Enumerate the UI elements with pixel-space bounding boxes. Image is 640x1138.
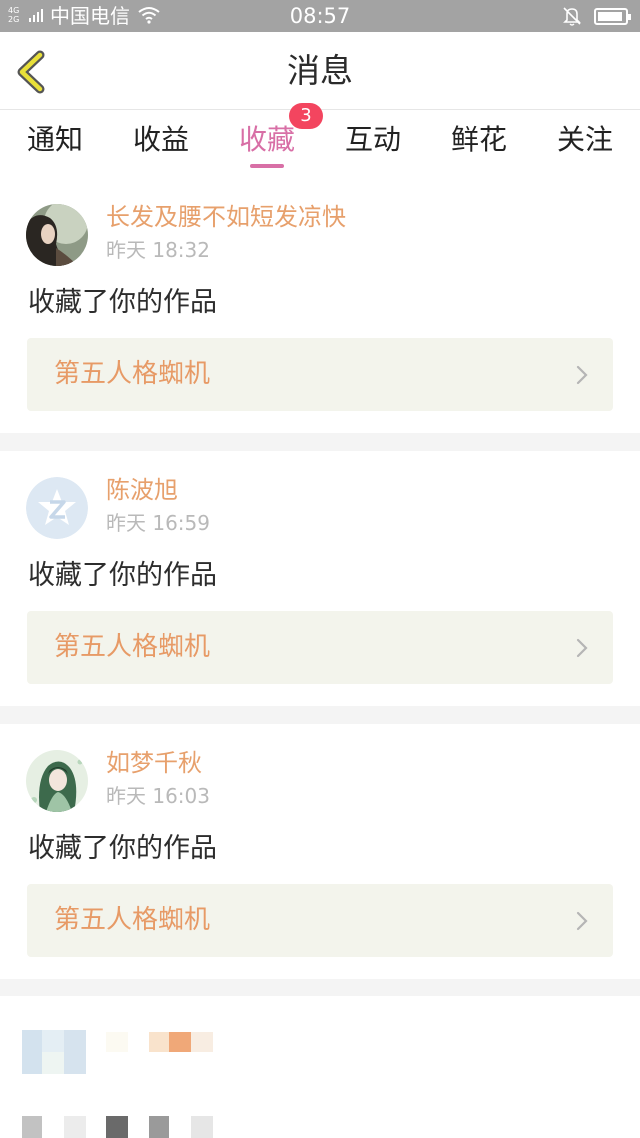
avatar[interactable] <box>26 477 88 539</box>
work-link[interactable]: 第五人格蜘机 <box>27 338 613 411</box>
chevron-right-icon <box>576 911 588 931</box>
tab-following[interactable]: 关注 <box>530 123 640 157</box>
blurred-avatar <box>64 1030 86 1074</box>
work-link[interactable]: 第五人格蜘机 <box>27 611 613 684</box>
tab-earnings[interactable]: 收益 <box>106 123 216 157</box>
blurred-username <box>191 1032 213 1052</box>
chevron-right-icon <box>576 638 588 658</box>
blurred-text <box>106 1116 128 1138</box>
page-title: 消息 <box>287 51 353 90</box>
username[interactable]: 陈波旭 <box>106 475 178 505</box>
username[interactable]: 长发及腰不如短发凉快 <box>106 202 346 232</box>
username[interactable]: 如梦千秋 <box>106 748 202 778</box>
blurred-username <box>169 1032 191 1052</box>
blurred-username <box>149 1032 169 1052</box>
action-text: 收藏了你的作品 <box>28 287 217 318</box>
notification-card-partial <box>0 996 640 1138</box>
blurred-text <box>22 1116 42 1138</box>
bell-muted-icon <box>563 7 581 26</box>
action-text: 收藏了你的作品 <box>28 833 217 864</box>
battery-icon <box>594 8 631 25</box>
top-bar: 消息 <box>0 32 640 110</box>
blurred-text <box>149 1116 169 1138</box>
work-title: 第五人格蜘机 <box>54 359 211 389</box>
work-link[interactable]: 第五人格蜘机 <box>27 884 613 957</box>
notification-card: 如梦千秋 昨天 16:03 收藏了你的作品 第五人格蜘机 <box>0 724 640 979</box>
status-bar: 4G 2G 中国电信 08:57 <box>0 0 640 32</box>
active-tab-indicator <box>250 164 284 168</box>
timestamp: 昨天 16:59 <box>106 511 210 535</box>
tab-notifications[interactable]: 通知 <box>0 123 110 157</box>
tab-interactions[interactable]: 互动 <box>318 123 428 157</box>
avatar[interactable] <box>26 204 88 266</box>
blurred-avatar <box>42 1030 64 1052</box>
blurred-text <box>191 1116 213 1138</box>
tab-flowers[interactable]: 鲜花 <box>424 123 534 157</box>
chevron-right-icon <box>576 365 588 385</box>
blurred-avatar <box>22 1030 42 1074</box>
blurred-text <box>64 1116 86 1138</box>
avatar[interactable] <box>26 750 88 812</box>
action-text: 收藏了你的作品 <box>28 560 217 591</box>
unread-badge: 3 <box>289 103 323 129</box>
clock: 08:57 <box>289 4 351 28</box>
timestamp: 昨天 16:03 <box>106 784 210 808</box>
blurred-username <box>106 1032 128 1052</box>
notification-card: 陈波旭 昨天 16:59 收藏了你的作品 第五人格蜘机 <box>0 451 640 706</box>
blurred-avatar <box>42 1052 64 1074</box>
work-title: 第五人格蜘机 <box>54 632 211 662</box>
notification-card: 长发及腰不如短发凉快 昨天 18:32 收藏了你的作品 第五人格蜘机 <box>0 178 640 433</box>
timestamp: 昨天 18:32 <box>106 238 210 262</box>
work-title: 第五人格蜘机 <box>54 905 211 935</box>
